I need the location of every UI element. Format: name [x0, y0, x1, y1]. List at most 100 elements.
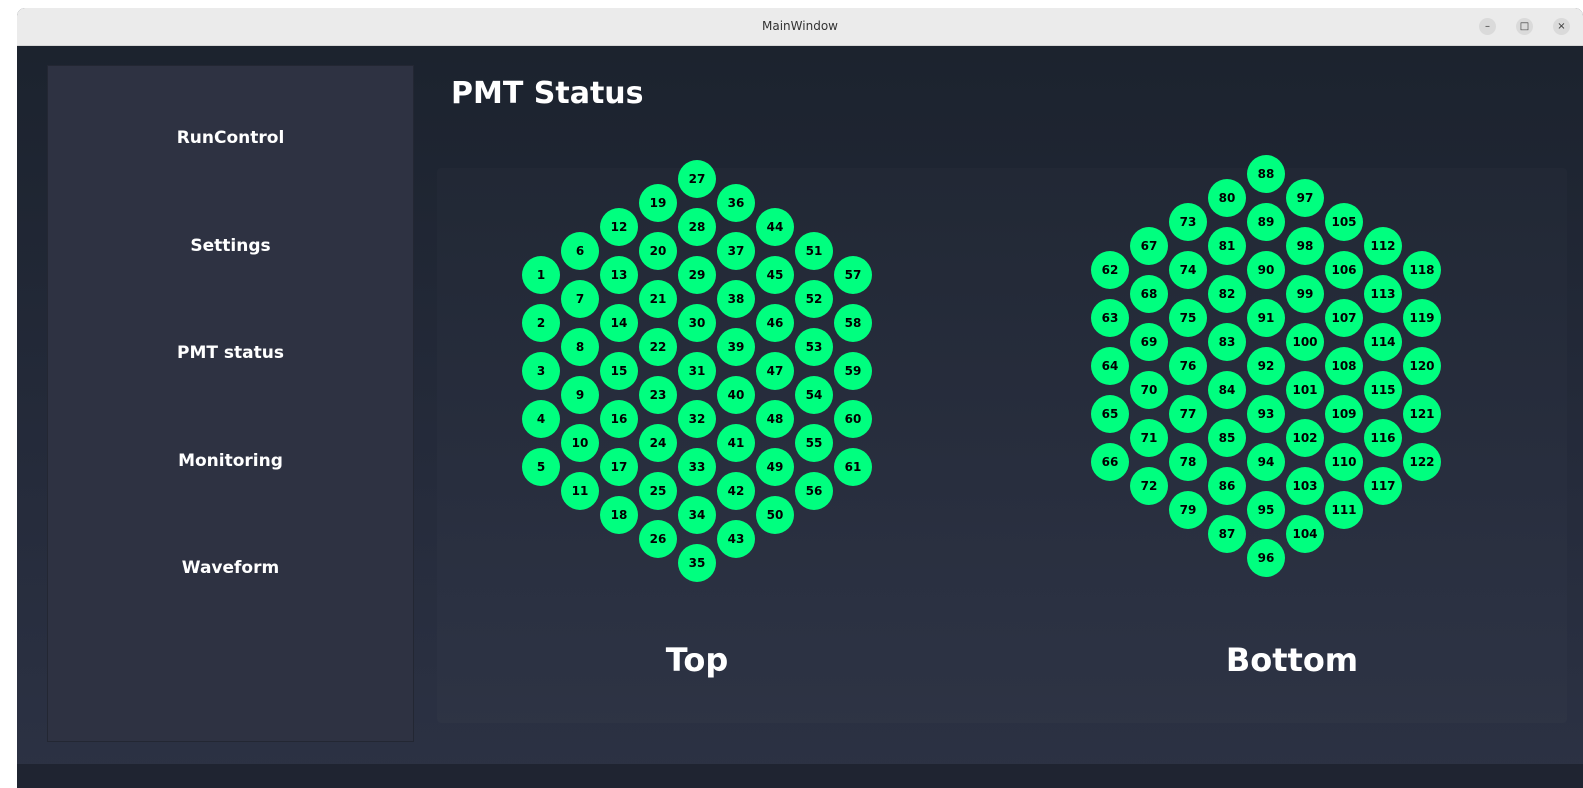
pmt-channel-63[interactable]: 63 — [1091, 299, 1129, 337]
pmt-channel-82[interactable]: 82 — [1208, 275, 1246, 313]
pmt-channel-116[interactable]: 116 — [1364, 419, 1402, 457]
pmt-channel-20[interactable]: 20 — [639, 232, 677, 270]
pmt-channel-56[interactable]: 56 — [795, 472, 833, 510]
pmt-channel-79[interactable]: 79 — [1169, 491, 1207, 529]
pmt-channel-46[interactable]: 46 — [756, 304, 794, 342]
pmt-channel-72[interactable]: 72 — [1130, 467, 1168, 505]
pmt-channel-74[interactable]: 74 — [1169, 251, 1207, 289]
pmt-channel-90[interactable]: 90 — [1247, 251, 1285, 289]
pmt-channel-94[interactable]: 94 — [1247, 443, 1285, 481]
pmt-channel-118[interactable]: 118 — [1403, 251, 1441, 289]
pmt-channel-61[interactable]: 61 — [834, 448, 872, 486]
pmt-channel-1[interactable]: 1 — [522, 256, 560, 294]
pmt-channel-29[interactable]: 29 — [678, 256, 716, 294]
pmt-channel-106[interactable]: 106 — [1325, 251, 1363, 289]
pmt-channel-31[interactable]: 31 — [678, 352, 716, 390]
pmt-channel-87[interactable]: 87 — [1208, 515, 1246, 553]
pmt-channel-9[interactable]: 9 — [561, 376, 599, 414]
pmt-channel-54[interactable]: 54 — [795, 376, 833, 414]
pmt-channel-99[interactable]: 99 — [1286, 275, 1324, 313]
pmt-channel-23[interactable]: 23 — [639, 376, 677, 414]
nav-monitoring-button[interactable]: Monitoring — [48, 439, 413, 483]
pmt-channel-24[interactable]: 24 — [639, 424, 677, 462]
pmt-channel-97[interactable]: 97 — [1286, 179, 1324, 217]
pmt-channel-2[interactable]: 2 — [522, 304, 560, 342]
pmt-channel-76[interactable]: 76 — [1169, 347, 1207, 385]
pmt-channel-15[interactable]: 15 — [600, 352, 638, 390]
pmt-channel-114[interactable]: 114 — [1364, 323, 1402, 361]
pmt-channel-8[interactable]: 8 — [561, 328, 599, 366]
pmt-channel-57[interactable]: 57 — [834, 256, 872, 294]
maximize-button[interactable]: □ — [1516, 18, 1533, 35]
pmt-channel-40[interactable]: 40 — [717, 376, 755, 414]
pmt-channel-32[interactable]: 32 — [678, 400, 716, 438]
minimize-button[interactable]: – — [1479, 18, 1496, 35]
pmt-channel-10[interactable]: 10 — [561, 424, 599, 462]
pmt-channel-11[interactable]: 11 — [561, 472, 599, 510]
pmt-channel-51[interactable]: 51 — [795, 232, 833, 270]
pmt-channel-19[interactable]: 19 — [639, 184, 677, 222]
pmt-channel-112[interactable]: 112 — [1364, 227, 1402, 265]
pmt-channel-47[interactable]: 47 — [756, 352, 794, 390]
pmt-channel-41[interactable]: 41 — [717, 424, 755, 462]
pmt-channel-18[interactable]: 18 — [600, 496, 638, 534]
pmt-channel-122[interactable]: 122 — [1403, 443, 1441, 481]
pmt-channel-80[interactable]: 80 — [1208, 179, 1246, 217]
pmt-channel-115[interactable]: 115 — [1364, 371, 1402, 409]
pmt-channel-45[interactable]: 45 — [756, 256, 794, 294]
pmt-channel-84[interactable]: 84 — [1208, 371, 1246, 409]
pmt-channel-81[interactable]: 81 — [1208, 227, 1246, 265]
pmt-channel-38[interactable]: 38 — [717, 280, 755, 318]
pmt-channel-77[interactable]: 77 — [1169, 395, 1207, 433]
pmt-channel-70[interactable]: 70 — [1130, 371, 1168, 409]
pmt-channel-36[interactable]: 36 — [717, 184, 755, 222]
pmt-channel-58[interactable]: 58 — [834, 304, 872, 342]
pmt-channel-104[interactable]: 104 — [1286, 515, 1324, 553]
pmt-channel-13[interactable]: 13 — [600, 256, 638, 294]
pmt-channel-65[interactable]: 65 — [1091, 395, 1129, 433]
pmt-channel-28[interactable]: 28 — [678, 208, 716, 246]
pmt-channel-120[interactable]: 120 — [1403, 347, 1441, 385]
pmt-channel-108[interactable]: 108 — [1325, 347, 1363, 385]
pmt-channel-30[interactable]: 30 — [678, 304, 716, 342]
pmt-channel-5[interactable]: 5 — [522, 448, 560, 486]
pmt-channel-83[interactable]: 83 — [1208, 323, 1246, 361]
pmt-channel-16[interactable]: 16 — [600, 400, 638, 438]
pmt-channel-35[interactable]: 35 — [678, 544, 716, 582]
pmt-channel-43[interactable]: 43 — [717, 520, 755, 558]
pmt-channel-95[interactable]: 95 — [1247, 491, 1285, 529]
pmt-channel-68[interactable]: 68 — [1130, 275, 1168, 313]
pmt-channel-119[interactable]: 119 — [1403, 299, 1441, 337]
pmt-channel-109[interactable]: 109 — [1325, 395, 1363, 433]
pmt-channel-102[interactable]: 102 — [1286, 419, 1324, 457]
pmt-channel-85[interactable]: 85 — [1208, 419, 1246, 457]
pmt-channel-113[interactable]: 113 — [1364, 275, 1402, 313]
pmt-channel-4[interactable]: 4 — [522, 400, 560, 438]
pmt-channel-17[interactable]: 17 — [600, 448, 638, 486]
pmt-channel-100[interactable]: 100 — [1286, 323, 1324, 361]
pmt-channel-52[interactable]: 52 — [795, 280, 833, 318]
pmt-channel-73[interactable]: 73 — [1169, 203, 1207, 241]
pmt-channel-107[interactable]: 107 — [1325, 299, 1363, 337]
pmt-channel-60[interactable]: 60 — [834, 400, 872, 438]
pmt-channel-22[interactable]: 22 — [639, 328, 677, 366]
nav-settings-button[interactable]: Settings — [48, 224, 413, 268]
pmt-channel-71[interactable]: 71 — [1130, 419, 1168, 457]
pmt-channel-34[interactable]: 34 — [678, 496, 716, 534]
pmt-channel-53[interactable]: 53 — [795, 328, 833, 366]
pmt-channel-105[interactable]: 105 — [1325, 203, 1363, 241]
pmt-channel-69[interactable]: 69 — [1130, 323, 1168, 361]
pmt-channel-111[interactable]: 111 — [1325, 491, 1363, 529]
pmt-channel-25[interactable]: 25 — [639, 472, 677, 510]
pmt-channel-103[interactable]: 103 — [1286, 467, 1324, 505]
pmt-channel-55[interactable]: 55 — [795, 424, 833, 462]
pmt-channel-59[interactable]: 59 — [834, 352, 872, 390]
pmt-channel-50[interactable]: 50 — [756, 496, 794, 534]
pmt-channel-78[interactable]: 78 — [1169, 443, 1207, 481]
pmt-channel-96[interactable]: 96 — [1247, 539, 1285, 577]
pmt-channel-7[interactable]: 7 — [561, 280, 599, 318]
pmt-channel-89[interactable]: 89 — [1247, 203, 1285, 241]
pmt-channel-21[interactable]: 21 — [639, 280, 677, 318]
close-button[interactable]: × — [1553, 18, 1570, 35]
pmt-channel-92[interactable]: 92 — [1247, 347, 1285, 385]
